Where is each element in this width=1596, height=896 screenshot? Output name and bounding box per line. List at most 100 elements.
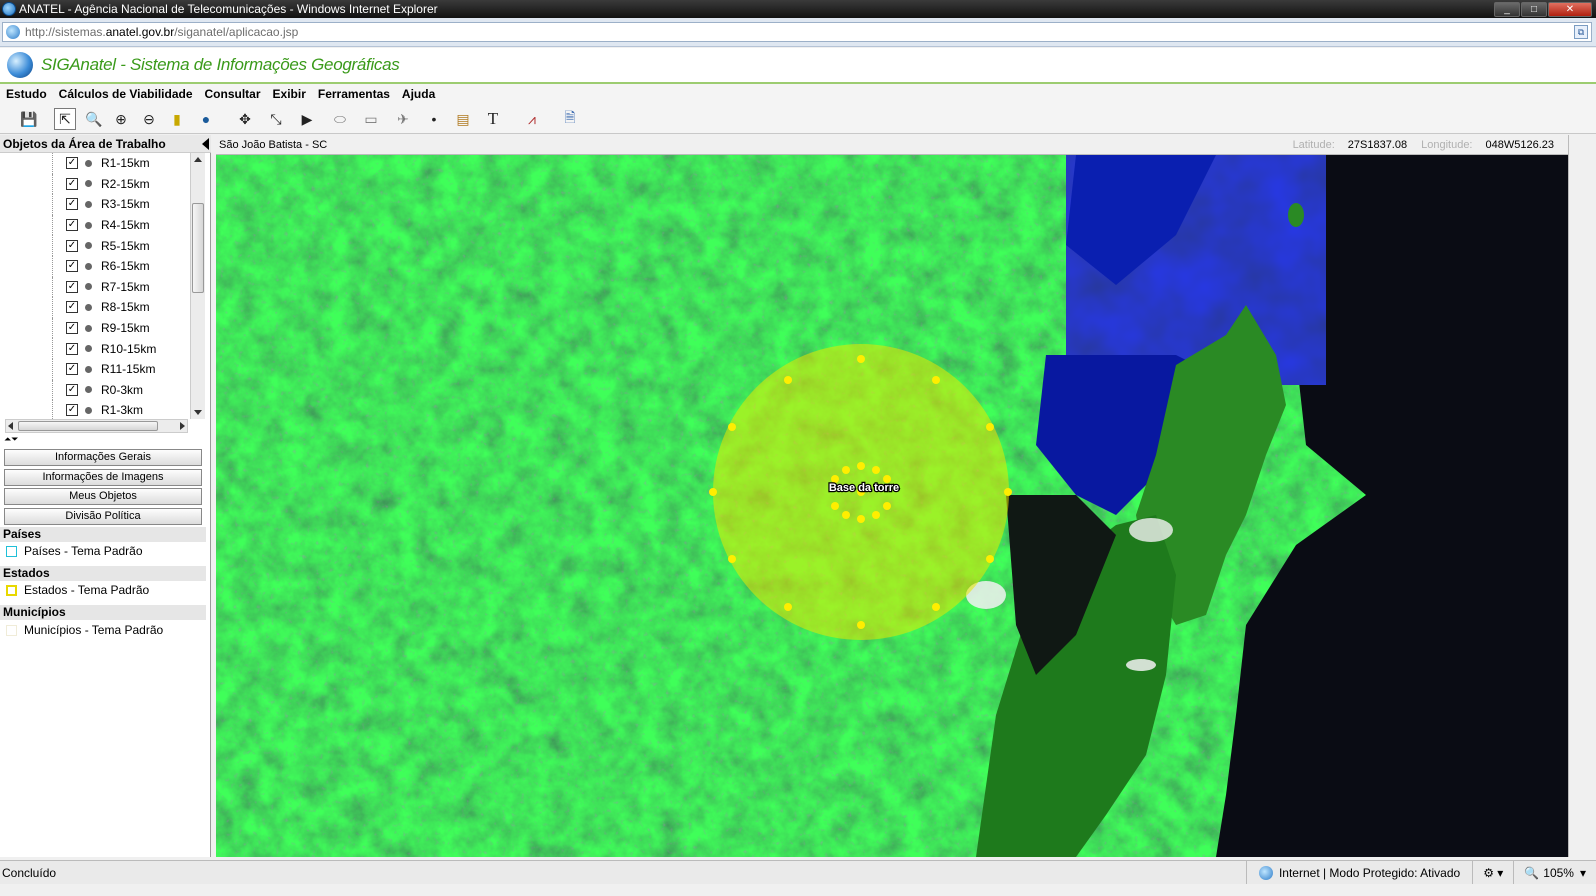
checkbox[interactable]: ✓	[66, 363, 78, 376]
tree-item[interactable]: ✓ R9-15km	[0, 317, 190, 339]
vertex-point[interactable]	[784, 376, 792, 384]
vertex-point[interactable]	[932, 376, 940, 384]
scroll-right-icon[interactable]	[180, 422, 185, 430]
text-icon[interactable]: T	[482, 108, 504, 130]
vertex-point[interactable]	[857, 515, 865, 523]
scroll-thumb[interactable]	[18, 421, 158, 431]
vertex-point[interactable]	[709, 488, 717, 496]
maximize-button[interactable]: □	[1521, 1, 1547, 17]
menu-ajuda[interactable]: Ajuda	[402, 87, 435, 101]
vertex-point[interactable]	[857, 355, 865, 363]
tree-item[interactable]: ✓ R1-3km	[0, 400, 190, 419]
tree-item[interactable]: ✓ R2-15km	[0, 173, 190, 195]
tree-item[interactable]: ✓ R10-15km	[0, 338, 190, 359]
meus-objetos-button[interactable]: Meus Objetos	[4, 488, 202, 505]
tree-item[interactable]: ✓ R1-15km	[0, 153, 190, 174]
vertex-point[interactable]	[883, 502, 891, 510]
tree-vertical-scrollbar[interactable]	[190, 153, 205, 419]
tree-item[interactable]: ✓ R4-15km	[0, 214, 190, 236]
vertex-point[interactable]	[842, 511, 850, 519]
vertex-point[interactable]	[932, 603, 940, 611]
zoom-control[interactable]: 🔍 105% ▾	[1513, 861, 1596, 884]
menu-estudo[interactable]: Estudo	[6, 87, 47, 101]
vertex-point[interactable]	[872, 466, 880, 474]
tree-item[interactable]: ✓ R6-15km	[0, 255, 190, 277]
minimize-button[interactable]: _	[1494, 1, 1520, 17]
vertex-point[interactable]	[857, 462, 865, 470]
url-text[interactable]: http://sistemas.anatel.gov.br/siganatel/…	[25, 25, 1574, 39]
zoom-icon[interactable]: 🔍	[83, 108, 105, 130]
chart-icon[interactable]: ⩘	[521, 108, 543, 130]
tree-item[interactable]: ✓ R11-15km	[0, 358, 190, 380]
menu-consultar[interactable]: Consultar	[205, 87, 261, 101]
legend-municipios[interactable]: Municípios - Tema Padrão	[6, 623, 163, 637]
save-icon[interactable]: 💾	[18, 108, 40, 130]
map-canvas[interactable]: Base da torre	[216, 155, 1568, 857]
informacoes-imagens-button[interactable]: Informações de Imagens	[4, 469, 202, 486]
scroll-up-icon[interactable]	[194, 157, 202, 162]
menu-calculos[interactable]: Cálculos de Viabilidade	[59, 87, 193, 101]
url-field[interactable]: http://sistemas.anatel.gov.br/siganatel/…	[2, 22, 1592, 42]
checkbox[interactable]: ✓	[66, 239, 78, 252]
tree-item[interactable]: ✓ R8-15km	[0, 297, 190, 318]
vertex-point[interactable]	[728, 555, 736, 563]
tree-item[interactable]: ✓ R3-15km	[0, 194, 190, 215]
tree-item[interactable]: ✓ R0-3km	[0, 379, 190, 401]
folder-icon[interactable]: ▤	[452, 108, 474, 130]
ruler-icon[interactable]: ▮	[166, 108, 188, 130]
report-icon[interactable]: 🗎	[559, 108, 581, 130]
checkbox[interactable]: ✓	[66, 177, 78, 190]
polygon-icon[interactable]: ✈	[392, 108, 414, 130]
protected-mode-cell[interactable]: ⚙ ▾	[1472, 861, 1513, 884]
vertex-point[interactable]	[728, 423, 736, 431]
checkbox[interactable]: ✓	[66, 383, 78, 396]
informacoes-gerais-button[interactable]: Informações Gerais	[4, 449, 202, 466]
vertex-point[interactable]	[1004, 488, 1012, 496]
splitter-arrows-icon[interactable]: ⏶⏷	[4, 435, 18, 444]
menu-ferramentas[interactable]: Ferramentas	[318, 87, 390, 101]
vertex-point[interactable]	[986, 423, 994, 431]
tree-horizontal-scrollbar[interactable]	[5, 419, 188, 433]
checkbox[interactable]: ✓	[66, 198, 78, 211]
checkbox[interactable]: ✓	[66, 342, 78, 355]
tree-item[interactable]: ✓ R5-15km	[0, 235, 190, 256]
security-zone[interactable]: Internet | Modo Protegido: Ativado	[1245, 861, 1472, 884]
select-arrow-icon[interactable]: ⇱	[54, 108, 76, 130]
point-icon[interactable]: •	[423, 108, 445, 130]
checkbox[interactable]: ✓	[66, 301, 78, 314]
zoom-out-icon[interactable]: ⊖	[138, 108, 160, 130]
legend-estados[interactable]: Estados - Tema Padrão	[6, 583, 149, 597]
checkbox[interactable]: ✓	[66, 157, 78, 170]
compatibility-view-icon[interactable]: ⧉	[1574, 25, 1588, 39]
collapse-panel-icon[interactable]	[202, 138, 209, 150]
checkbox[interactable]: ✓	[66, 219, 78, 232]
vertex-point[interactable]	[784, 603, 792, 611]
rectangle-icon[interactable]: ▭	[360, 108, 382, 130]
ellipse-icon[interactable]: ⬭	[329, 108, 351, 130]
pan-icon[interactable]: ✥	[234, 108, 256, 130]
checkbox[interactable]: ✓	[66, 322, 78, 335]
checkbox[interactable]: ✓	[66, 260, 78, 273]
checkbox[interactable]: ✓	[66, 404, 78, 417]
scroll-down-icon[interactable]	[194, 410, 202, 415]
line-icon[interactable]: ⤡	[265, 108, 287, 130]
scroll-left-icon[interactable]	[8, 422, 13, 430]
close-button[interactable]: ✕	[1548, 1, 1592, 17]
zoom-dropdown-icon[interactable]: ▾	[1580, 866, 1586, 880]
divisao-politica-button[interactable]: Divisão Política	[4, 508, 202, 525]
vertex-point[interactable]	[857, 621, 865, 629]
menu-exibir[interactable]: Exibir	[273, 87, 306, 101]
checkbox[interactable]: ✓	[66, 280, 78, 293]
pointer-icon[interactable]: ▶	[296, 108, 318, 130]
scroll-thumb[interactable]	[192, 203, 204, 293]
settings-gear-icon[interactable]: ⚙ ▾	[1483, 866, 1503, 880]
vertex-point[interactable]	[831, 502, 839, 510]
vertex-point[interactable]	[872, 511, 880, 519]
tree-item[interactable]: ✓ R7-15km	[0, 276, 190, 298]
globe-icon[interactable]: ●	[195, 108, 217, 130]
satellite-map[interactable]: Base da torre	[216, 155, 1568, 857]
zoom-in-icon[interactable]: ⊕	[110, 108, 132, 130]
vertex-point[interactable]	[842, 466, 850, 474]
legend-paises[interactable]: Países - Tema Padrão	[6, 544, 143, 558]
vertex-point[interactable]	[986, 555, 994, 563]
